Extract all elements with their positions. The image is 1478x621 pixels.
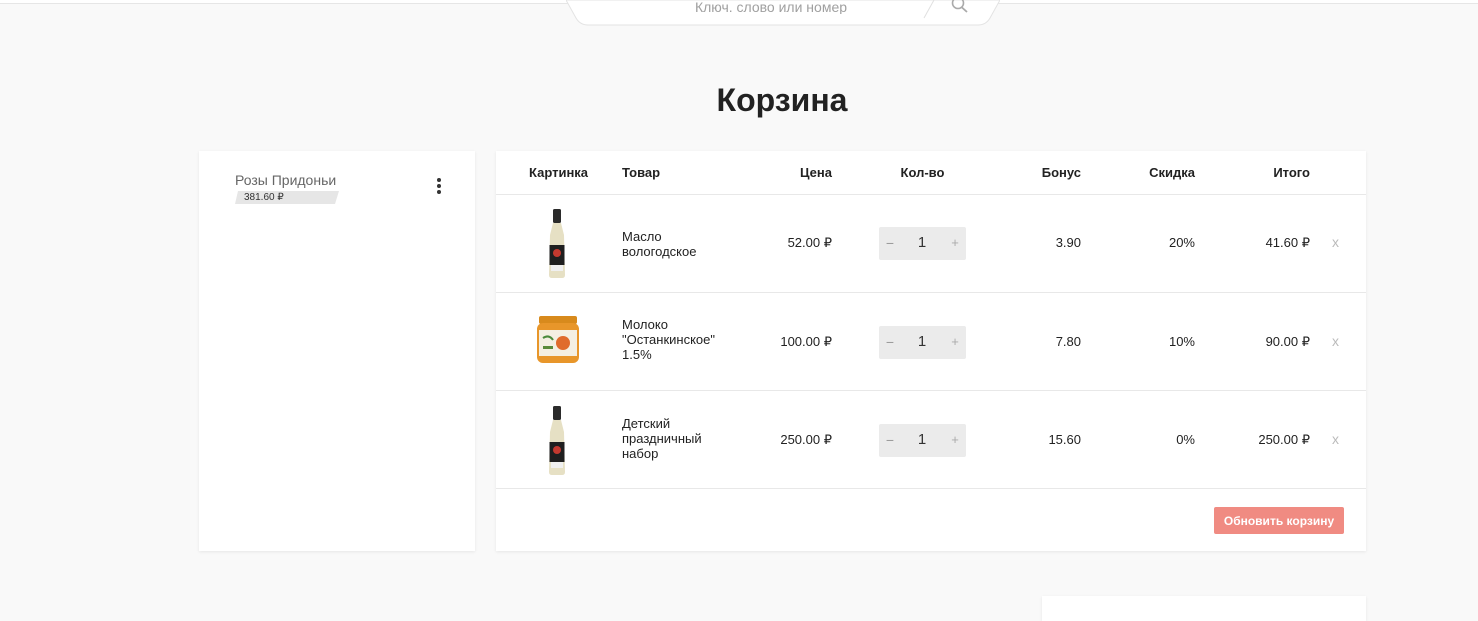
product-name[interactable]: Масло вологодское bbox=[622, 229, 732, 259]
header-discount: Скидка bbox=[1149, 165, 1195, 180]
cart-total-badge: 381.60 ₽ bbox=[235, 191, 339, 204]
product-bonus: 15.60 bbox=[1048, 432, 1081, 447]
header-product: Товар bbox=[622, 165, 661, 180]
product-bonus: 7.80 bbox=[1055, 334, 1081, 349]
product-image-jar bbox=[537, 316, 579, 363]
header-image: Картинка bbox=[529, 165, 589, 180]
product-total: 250.00 ₽ bbox=[1258, 432, 1310, 447]
kebab-menu-icon[interactable] bbox=[435, 178, 443, 196]
search-icon[interactable] bbox=[950, 0, 970, 16]
table-header: Картинка Товар Цена Кол-во Бонус Скидка … bbox=[496, 151, 1366, 195]
order-summary-panel bbox=[1042, 596, 1366, 621]
header-total: Итого bbox=[1273, 165, 1310, 180]
product-discount: 10% bbox=[1168, 334, 1195, 349]
remove-item-button[interactable]: x bbox=[1332, 431, 1339, 447]
product-bonus: 3.90 bbox=[1055, 235, 1081, 250]
remove-item-button[interactable]: x bbox=[1332, 333, 1339, 349]
product-image-bottle bbox=[549, 406, 565, 475]
header-qty: Кол-во bbox=[900, 165, 945, 180]
product-price: 52.00 ₽ bbox=[787, 235, 832, 250]
qty-minus-button[interactable]: − bbox=[883, 235, 897, 251]
remove-item-button[interactable]: x bbox=[1332, 234, 1339, 250]
table-row: Масло вологодское 52.00 ₽ − 1 + 3.90 20%… bbox=[496, 195, 1366, 293]
search-input[interactable] bbox=[606, 0, 936, 14]
product-discount: 20% bbox=[1168, 235, 1195, 250]
search-bar bbox=[566, 0, 1000, 26]
header-bonus: Бонус bbox=[1041, 165, 1081, 180]
product-name[interactable]: Молоко "Останкинское" 1.5% bbox=[622, 317, 732, 362]
qty-minus-button[interactable]: − bbox=[883, 334, 897, 350]
qty-minus-button[interactable]: − bbox=[883, 432, 897, 448]
qty-input[interactable]: 1 bbox=[907, 431, 937, 448]
table-row: Молоко "Останкинское" 1.5% 100.00 ₽ − 1 … bbox=[496, 293, 1366, 391]
qty-input[interactable]: 1 bbox=[907, 234, 937, 251]
page-title: Корзина bbox=[716, 82, 848, 118]
qty-plus-button[interactable]: + bbox=[948, 432, 962, 447]
product-total: 90.00 ₽ bbox=[1265, 334, 1310, 349]
cart-table: Картинка Товар Цена Кол-во Бонус Скидка … bbox=[496, 151, 1366, 551]
product-price: 100.00 ₽ bbox=[780, 334, 832, 349]
cart-list-panel: Розы Придоньи 381.60 ₽ bbox=[199, 151, 475, 551]
update-cart-button[interactable]: Обновить корзину bbox=[1214, 507, 1344, 534]
cart-item-name[interactable]: Розы Придоньи bbox=[235, 172, 336, 188]
product-discount: 0% bbox=[1176, 432, 1195, 447]
quantity-stepper: − 1 + bbox=[879, 424, 966, 457]
product-image-bottle bbox=[549, 209, 565, 278]
product-name[interactable]: Детский праздничный набор bbox=[622, 416, 732, 461]
quantity-stepper: − 1 + bbox=[879, 227, 966, 260]
cart-total-value: 381.60 ₽ bbox=[244, 192, 284, 203]
qty-input[interactable]: 1 bbox=[907, 333, 937, 350]
quantity-stepper: − 1 + bbox=[879, 326, 966, 359]
product-total: 41.60 ₽ bbox=[1265, 235, 1310, 250]
product-price: 250.00 ₽ bbox=[780, 432, 832, 447]
qty-plus-button[interactable]: + bbox=[948, 235, 962, 250]
table-row: Детский праздничный набор 250.00 ₽ − 1 +… bbox=[496, 391, 1366, 489]
qty-plus-button[interactable]: + bbox=[948, 334, 962, 349]
header-price: Цена bbox=[800, 165, 832, 180]
